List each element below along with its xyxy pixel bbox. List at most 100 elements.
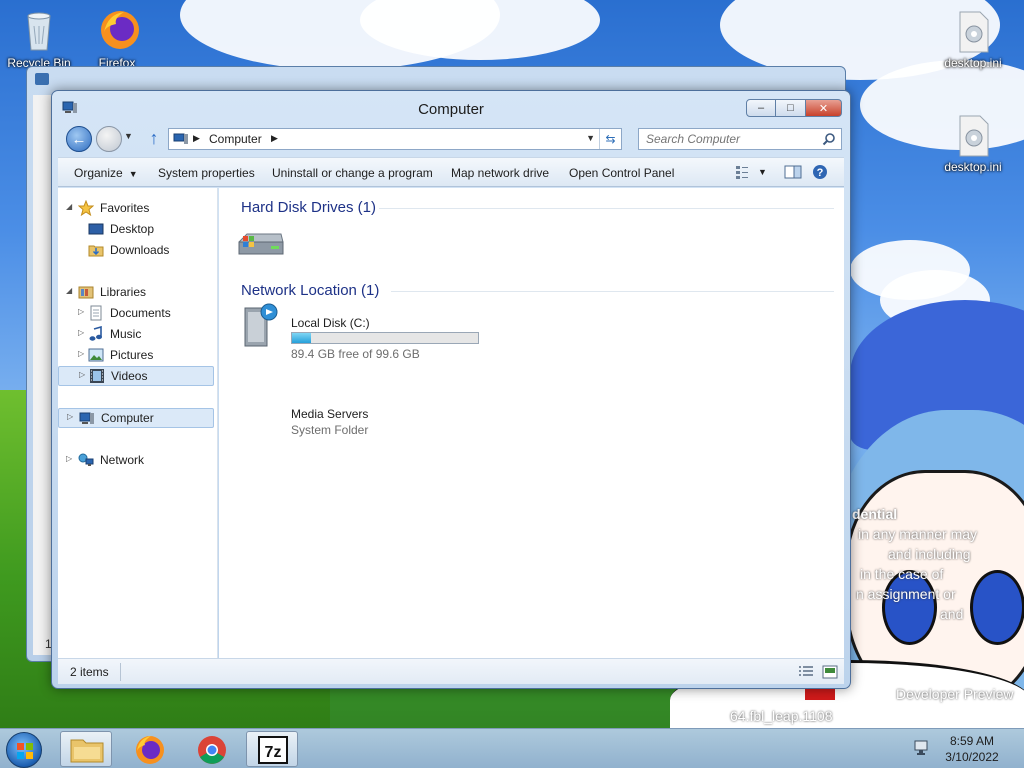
network-item-media-servers[interactable]	[233, 300, 493, 350]
organize-label: Organize	[74, 166, 123, 180]
group-divider	[391, 291, 834, 292]
nav-label: Pictures	[110, 348, 154, 362]
change-view-icon[interactable]	[734, 164, 752, 180]
explorer-window[interactable]: Computer – □ ✕ ← ▼ ↑ ▶ Computer ▶ ▼ ⇆ Se…	[51, 90, 851, 689]
breadcrumb-arrow-icon[interactable]: ▶	[271, 133, 278, 144]
item-count: 2 items	[70, 665, 109, 679]
breadcrumb-computer[interactable]: Computer	[209, 132, 262, 146]
clock-date: 3/10/2022	[945, 750, 999, 764]
collapsed-arrow-icon[interactable]: ▷	[79, 370, 85, 379]
media-servers-type: System Folder	[291, 423, 369, 437]
firefox-icon	[136, 736, 164, 764]
close-button[interactable]: ✕	[806, 99, 842, 117]
content-pane[interactable]: Hard Disk Drives (1) Local Disk (C:) 89.…	[219, 188, 844, 658]
nav-item-music[interactable]: ▷ Music	[58, 324, 214, 344]
firefox-icon	[98, 8, 139, 49]
breadcrumb-arrow-icon[interactable]: ▶	[193, 133, 200, 144]
search-icon[interactable]	[822, 132, 836, 146]
network-status-icon[interactable]	[914, 739, 932, 757]
uninstall-program-button[interactable]: Uninstall or change a program	[272, 166, 433, 180]
address-bar[interactable]: ▶ Computer ▶ ▼ ⇆	[168, 128, 622, 150]
computer-icon	[173, 133, 189, 145]
maximize-button[interactable]: □	[776, 99, 806, 117]
title-bar[interactable]: Computer – □ ✕	[52, 91, 850, 125]
watermark-line: and	[940, 606, 964, 622]
expanded-arrow-icon[interactable]: ◢	[66, 202, 72, 211]
nav-item-pictures[interactable]: ▷ Pictures	[58, 345, 214, 365]
taskbar-7zip-button[interactable]: 7z	[246, 731, 298, 767]
collapsed-arrow-icon[interactable]: ▷	[67, 412, 73, 421]
search-box[interactable]	[638, 128, 842, 150]
svg-text:7z: 7z	[265, 744, 282, 761]
nav-label: Desktop	[110, 222, 155, 236]
navigation-bar: ← ▼ ↑ ▶ Computer ▶ ▼ ⇆	[62, 125, 842, 153]
nav-item-computer[interactable]: ▷ Computer	[58, 408, 214, 428]
group-divider	[379, 208, 834, 209]
minimize-button[interactable]: –	[746, 99, 776, 117]
collapsed-arrow-icon[interactable]: ▷	[78, 349, 84, 358]
collapsed-arrow-icon[interactable]: ▷	[78, 328, 84, 337]
pictures-icon	[88, 347, 104, 363]
expanded-arrow-icon[interactable]: ◢	[66, 286, 72, 295]
libraries-icon	[78, 284, 94, 300]
system-properties-button[interactable]: System properties	[158, 166, 255, 180]
drive-item-local-disk[interactable]	[233, 218, 493, 266]
back-button[interactable]: ←	[66, 126, 92, 152]
forward-button[interactable]	[96, 126, 122, 152]
view-options-dropdown[interactable]: ▼	[758, 167, 776, 183]
nav-label: Downloads	[110, 243, 170, 257]
preview-pane-icon[interactable]	[784, 164, 802, 180]
desktop-icon-desktop-ini-2[interactable]: desktop.ini	[938, 114, 1008, 174]
nav-item-documents[interactable]: ▷ Documents	[58, 303, 214, 323]
nav-label: Favorites	[100, 201, 150, 215]
refresh-icon[interactable]: ⇆	[599, 129, 621, 149]
downloads-folder-icon	[88, 242, 104, 258]
nav-item-downloads[interactable]: Downloads	[58, 240, 214, 260]
collapsed-arrow-icon[interactable]: ▷	[66, 454, 72, 463]
taskbar-firefox-button[interactable]	[124, 731, 176, 767]
taskbar-clock[interactable]: 8:59 AM 3/10/2022	[932, 733, 1012, 765]
collapsed-arrow-icon[interactable]: ▷	[78, 307, 84, 316]
watermark-line: n assignment or	[856, 586, 956, 602]
nav-label: Computer	[101, 411, 154, 425]
taskbar-explorer-button[interactable]	[60, 731, 112, 767]
7zip-icon: 7z	[258, 736, 288, 764]
group-header-hard-disk-drives[interactable]: Hard Disk Drives (1)	[241, 199, 376, 216]
open-control-panel-button[interactable]: Open Control Panel	[569, 166, 674, 180]
address-history-dropdown[interactable]: ▼	[586, 133, 595, 143]
organize-menu[interactable]: Organize ▼	[74, 166, 138, 180]
star-icon	[77, 199, 95, 217]
group-header-network-location[interactable]: Network Location (1)	[241, 282, 379, 299]
up-arrow-icon[interactable]: ↑	[144, 128, 164, 150]
start-button[interactable]	[6, 732, 42, 768]
watermark-line: and including	[888, 546, 971, 562]
chevron-down-icon: ▼	[128, 169, 138, 179]
desktop-icon-label: desktop.ini	[944, 56, 1002, 70]
nav-item-videos[interactable]: ▷ Videos	[58, 366, 214, 386]
nav-item-libraries[interactable]: ◢ Libraries	[58, 282, 214, 302]
search-input[interactable]	[639, 129, 819, 149]
navigation-pane[interactable]: ◢ Favorites Desktop Downloads ◢ Librarie…	[58, 188, 218, 658]
nav-item-network[interactable]: ▷ Network	[58, 450, 214, 470]
nav-label: Music	[110, 327, 142, 341]
recent-pages-dropdown[interactable]: ▼	[124, 131, 136, 143]
desktop-icon-recycle-bin[interactable]: Recycle Bin	[4, 8, 74, 70]
status-divider	[120, 663, 121, 681]
large-icons-view-icon[interactable]	[822, 665, 838, 679]
nav-item-favorites[interactable]: ◢ Favorites	[58, 198, 214, 218]
ini-file-icon	[954, 10, 992, 53]
details-view-icon[interactable]	[798, 665, 814, 679]
taskbar-chrome-button[interactable]	[186, 731, 238, 767]
map-network-drive-button[interactable]: Map network drive	[451, 166, 549, 180]
desktop-icon-firefox[interactable]: Firefox	[82, 8, 152, 70]
nav-label: Network	[100, 453, 145, 467]
desktop-icon-desktop-ini-1[interactable]: desktop.ini	[938, 10, 1008, 70]
recycle-bin-icon	[20, 8, 58, 51]
command-bar: Organize ▼ System properties Uninstall or…	[58, 157, 844, 187]
help-icon[interactable]: ?	[812, 164, 830, 180]
watermark-line: in the case of	[860, 566, 944, 582]
media-server-icon	[243, 302, 279, 351]
nav-label: Libraries	[100, 285, 147, 299]
nav-item-desktop[interactable]: Desktop	[58, 219, 214, 239]
music-icon	[88, 325, 104, 342]
